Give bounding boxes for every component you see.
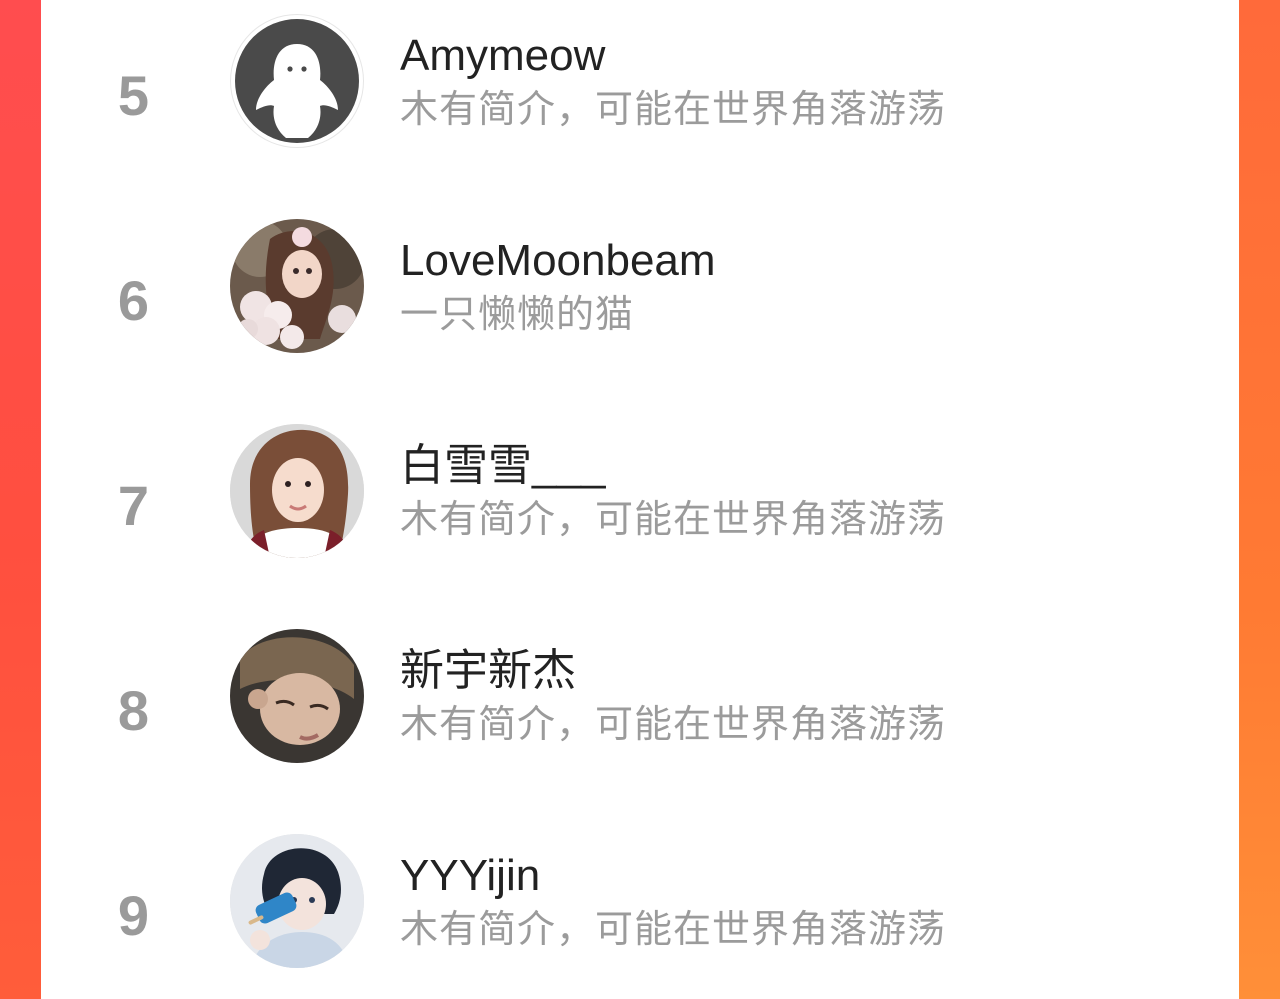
user-bio: 木有简介，可能在世界角落游荡 bbox=[400, 909, 947, 951]
user-bio: 一只懒懒的猫 bbox=[400, 294, 635, 336]
list-item[interactable]: 9 YYYijin 木有简介，可能在世界角落游荡 bbox=[41, 820, 1239, 999]
boy-sleeping-avatar-icon bbox=[230, 629, 364, 763]
rank-number: 6 bbox=[117, 269, 150, 332]
user-bio: 木有简介，可能在世界角落游荡 bbox=[400, 499, 947, 541]
rank-number: 9 bbox=[117, 884, 150, 947]
anime-boy-popsicle-avatar-icon bbox=[230, 834, 364, 968]
rank-number: 8 bbox=[117, 679, 150, 742]
user-name[interactable]: LoveMoonbeam bbox=[400, 236, 716, 285]
right-gradient-border bbox=[1239, 0, 1280, 999]
avatar[interactable] bbox=[230, 834, 364, 968]
anime-girl-flowers-avatar-icon bbox=[230, 219, 364, 353]
avatar[interactable] bbox=[230, 629, 364, 763]
avatar[interactable] bbox=[230, 219, 364, 353]
rank-number: 5 bbox=[117, 64, 150, 127]
list-item[interactable]: 7 白雪雪___ 木有简介，可能在世界角落游荡 bbox=[41, 410, 1239, 615]
girl-selfie-avatar-icon bbox=[230, 424, 364, 558]
ranking-list: 5 Amymeow 木有简介，可能在世界角落游荡 6 LoveMoonbeam … bbox=[41, 0, 1239, 999]
list-item[interactable]: 8 新宇新杰 木有简介，可能在世界角落游荡 bbox=[41, 615, 1239, 820]
user-bio: 木有简介，可能在世界角落游荡 bbox=[400, 704, 947, 746]
avatar[interactable] bbox=[230, 14, 364, 148]
left-gradient-border bbox=[0, 0, 41, 999]
list-item[interactable]: 6 LoveMoonbeam 一只懒懒的猫 bbox=[41, 205, 1239, 410]
user-name[interactable]: 新宇新杰 bbox=[400, 646, 576, 695]
user-name[interactable]: 白雪雪___ bbox=[400, 441, 605, 490]
rank-number: 7 bbox=[117, 474, 150, 537]
user-name[interactable]: YYYijin bbox=[400, 851, 540, 900]
default-ghost-avatar-icon bbox=[235, 19, 359, 143]
list-item[interactable]: 5 Amymeow 木有简介，可能在世界角落游荡 bbox=[41, 0, 1239, 205]
avatar[interactable] bbox=[230, 424, 364, 558]
user-bio: 木有简介，可能在世界角落游荡 bbox=[400, 89, 947, 131]
user-name[interactable]: Amymeow bbox=[400, 31, 605, 80]
